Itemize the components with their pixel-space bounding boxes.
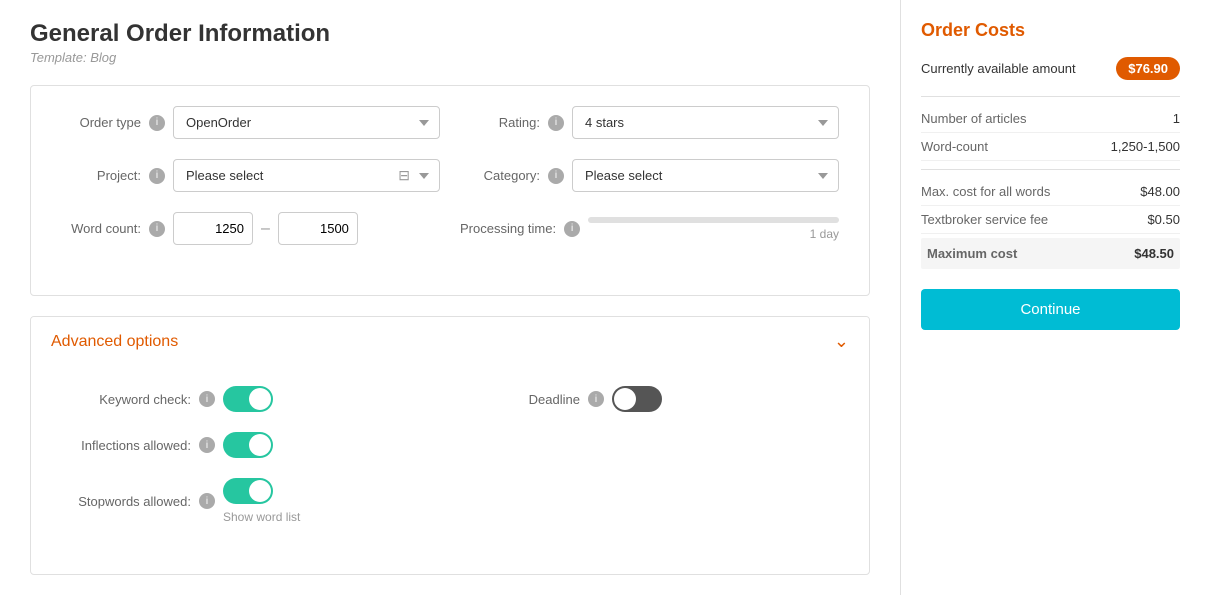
stopwords-empty-group bbox=[450, 478, 839, 524]
sidebar-title: Order Costs bbox=[921, 20, 1180, 41]
max-cost-value: $48.00 bbox=[1140, 184, 1180, 199]
inflections-info-icon[interactable]: i bbox=[199, 437, 215, 453]
order-type-info-icon[interactable]: i bbox=[149, 115, 165, 131]
service-fee-value: $0.50 bbox=[1147, 212, 1180, 227]
max-cost-row: Max. cost for all words $48.00 bbox=[921, 178, 1180, 206]
rating-label: Rating: bbox=[460, 115, 540, 130]
form-row-3: Word count: i – Processing time: i 1 day bbox=[61, 212, 839, 245]
wordcount-group: Word count: i – bbox=[61, 212, 440, 245]
keyword-check-label: Keyword check: bbox=[61, 392, 191, 407]
deadline-group: Deadline i − bbox=[450, 386, 839, 412]
processing-time-content: 1 day bbox=[588, 217, 839, 241]
category-group: Category: i Please select bbox=[460, 159, 839, 192]
keyword-check-toggle[interactable]: ✓ bbox=[223, 386, 273, 412]
processing-time-bar bbox=[588, 217, 839, 223]
deadline-label: Deadline bbox=[450, 392, 580, 407]
maximum-cost-value: $48.50 bbox=[1134, 246, 1174, 261]
form-row-2: Project: i Please select ⊟ Category: i P… bbox=[61, 159, 839, 192]
keyword-check-group: Keyword check: i ✓ bbox=[61, 386, 450, 412]
rating-select[interactable]: 1 star 2 stars 3 stars 4 stars 5 stars bbox=[572, 106, 839, 139]
deadline-info-icon[interactable]: i bbox=[588, 391, 604, 407]
processing-time-value: 1 day bbox=[810, 227, 839, 241]
wordcount-separator: – bbox=[261, 220, 270, 238]
sidebar: Order Costs Currently available amount $… bbox=[900, 0, 1200, 595]
wordcount-label: Word count: bbox=[61, 221, 141, 236]
divider-2 bbox=[921, 169, 1180, 170]
order-type-label: Order type bbox=[61, 115, 141, 130]
divider-1 bbox=[921, 96, 1180, 97]
available-label: Currently available amount bbox=[921, 61, 1076, 76]
rating-group: Rating: i 1 star 2 stars 3 stars 4 stars… bbox=[460, 106, 839, 139]
advanced-body: Keyword check: i ✓ Deadline i − bbox=[31, 366, 869, 574]
wordcount-min-input[interactable] bbox=[173, 212, 253, 245]
toggle-check-icon: ✓ bbox=[258, 391, 268, 405]
project-select[interactable]: Please select bbox=[173, 159, 440, 192]
word-count-label: Word-count bbox=[921, 139, 988, 154]
toggle-row-1: Keyword check: i ✓ Deadline i − bbox=[61, 386, 839, 412]
category-select[interactable]: Please select bbox=[572, 159, 839, 192]
stopwords-toggle-col: ✓ Show word list bbox=[223, 478, 300, 524]
stopwords-info-icon[interactable]: i bbox=[199, 493, 215, 509]
stopwords-label: Stopwords allowed: bbox=[61, 494, 191, 509]
processing-time-label: Processing time: bbox=[460, 221, 556, 236]
number-of-articles-label: Number of articles bbox=[921, 111, 1026, 126]
order-type-group: Order type i OpenOrder DirectOrder bbox=[61, 106, 440, 139]
stopwords-toggle[interactable]: ✓ bbox=[223, 478, 273, 504]
continue-button[interactable]: Continue bbox=[921, 289, 1180, 330]
project-group: Project: i Please select ⊟ bbox=[61, 159, 440, 192]
category-label: Category: bbox=[460, 168, 540, 183]
available-amount-row: Currently available amount $76.90 bbox=[921, 57, 1180, 80]
page-subtitle: Template: Blog bbox=[30, 50, 870, 65]
inflections-group: Inflections allowed: i ✓ bbox=[61, 432, 450, 458]
word-count-value: 1,250-1,500 bbox=[1111, 139, 1180, 154]
processing-time-group: Processing time: i 1 day bbox=[460, 217, 839, 241]
project-label: Project: bbox=[61, 168, 141, 183]
toggle-check-stop-icon: ✓ bbox=[258, 483, 268, 497]
inflections-toggle[interactable]: ✓ bbox=[223, 432, 273, 458]
toggle-minus-icon: − bbox=[617, 391, 626, 407]
form-row-1: Order type i OpenOrder DirectOrder Ratin… bbox=[61, 106, 839, 139]
service-fee-row: Textbroker service fee $0.50 bbox=[921, 206, 1180, 234]
category-info-icon[interactable]: i bbox=[548, 168, 564, 184]
advanced-header[interactable]: Advanced options ⌄ bbox=[31, 317, 869, 366]
deadline-toggle[interactable]: − bbox=[612, 386, 662, 412]
advanced-section: Advanced options ⌄ Keyword check: i ✓ De… bbox=[30, 316, 870, 575]
available-amount-badge: $76.90 bbox=[1116, 57, 1180, 80]
number-of-articles-value: 1 bbox=[1173, 111, 1180, 126]
toggle-row-3: Stopwords allowed: i ✓ Show word list bbox=[61, 478, 839, 524]
advanced-title: Advanced options bbox=[51, 333, 178, 351]
inflections-label: Inflections allowed: bbox=[61, 438, 191, 453]
show-word-list-link[interactable]: Show word list bbox=[223, 510, 300, 524]
project-info-icon[interactable]: i bbox=[149, 168, 165, 184]
wordcount-info-icon[interactable]: i bbox=[149, 221, 165, 237]
max-cost-label: Max. cost for all words bbox=[921, 184, 1050, 199]
deadline-empty-group bbox=[450, 432, 839, 458]
page-title: General Order Information bbox=[30, 20, 870, 48]
maximum-cost-row: Maximum cost $48.50 bbox=[921, 238, 1180, 269]
maximum-cost-label: Maximum cost bbox=[927, 246, 1017, 261]
wordcount-inputs: – bbox=[173, 212, 358, 245]
chevron-down-icon: ⌄ bbox=[834, 331, 849, 352]
toggle-row-2: Inflections allowed: i ✓ bbox=[61, 432, 839, 458]
general-order-form: Order type i OpenOrder DirectOrder Ratin… bbox=[30, 85, 870, 296]
number-of-articles-row: Number of articles 1 bbox=[921, 105, 1180, 133]
wordcount-max-input[interactable] bbox=[278, 212, 358, 245]
project-select-wrapper: Please select ⊟ bbox=[173, 159, 440, 192]
keyword-check-info-icon[interactable]: i bbox=[199, 391, 215, 407]
stopwords-group: Stopwords allowed: i ✓ Show word list bbox=[61, 478, 450, 524]
order-type-select[interactable]: OpenOrder DirectOrder bbox=[173, 106, 440, 139]
rating-info-icon[interactable]: i bbox=[548, 115, 564, 131]
word-count-row: Word-count 1,250-1,500 bbox=[921, 133, 1180, 161]
service-fee-label: Textbroker service fee bbox=[921, 212, 1048, 227]
toggle-check-inf-icon: ✓ bbox=[258, 437, 268, 451]
processing-time-info-icon[interactable]: i bbox=[564, 221, 580, 237]
